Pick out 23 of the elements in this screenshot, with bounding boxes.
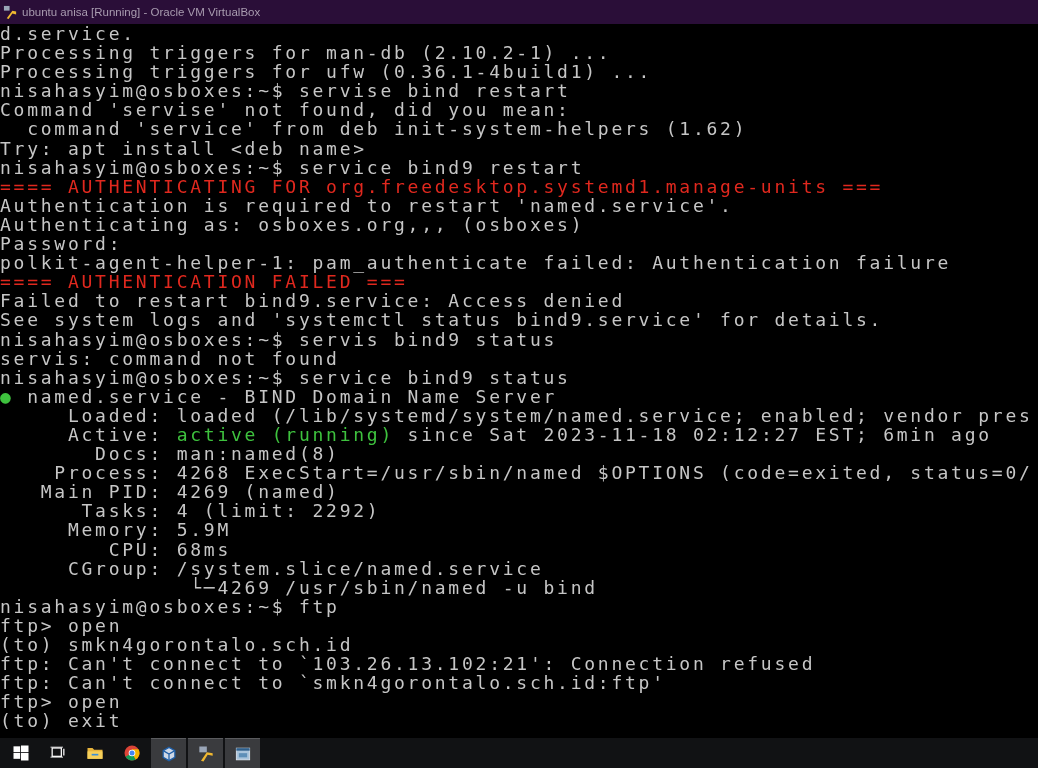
terminal-text: Memory: 5.9M: [66, 519, 231, 541]
terminal-text: Process: 4268 ExecStart=/usr/sbin/named $OPTIONS (code=exited, status=0/: [53, 462, 1033, 484]
terminal-text: Processing triggers for man-db (2.10.2-1) ...: [0, 42, 612, 64]
terminal-text: Tasks: 4 (limit: 2292): [80, 500, 381, 522]
taskbar-button[interactable]: [225, 738, 260, 768]
terminal-text: polkit-agent-helper-1: pam_authenticate failed: Authentication failure: [0, 252, 952, 274]
terminal-text: Active:: [66, 423, 165, 445]
taskbar-button[interactable]: [151, 738, 186, 768]
terminal-text: nisahasyim@osboxes:~$ service bind9 status: [0, 366, 571, 388]
terminal-text: Try: apt install <deb name>: [0, 137, 367, 159]
terminal-text: nisahasyim@osboxes:~$ ftp: [0, 595, 340, 617]
terminal-text: Main PID: 4269 (named): [39, 481, 340, 503]
terminal-text: Password:: [0, 233, 123, 255]
app-icon: [3, 4, 18, 20]
terminal-text: See system logs and 'systemctl status bind9.service' for details.: [0, 309, 884, 331]
terminal-text: d.service.: [0, 24, 136, 44]
terminal-text: Loaded: loaded (/lib/systemd/system/named.service; enabled; vendor pres: [66, 404, 1033, 426]
terminal-text: Docs: man:named(8): [94, 443, 340, 465]
terminal-text: └─4269 /usr/sbin/named -u bind: [190, 576, 598, 598]
terminal-text: CGroup: /system.slice/named.service: [66, 557, 544, 579]
window-title: ubuntu anisa [Running] - Oracle VM VirtualBox: [22, 6, 261, 18]
terminal-text: Failed to restart bind9.service: Access denied: [0, 290, 625, 312]
status-text: ●: [0, 385, 14, 407]
